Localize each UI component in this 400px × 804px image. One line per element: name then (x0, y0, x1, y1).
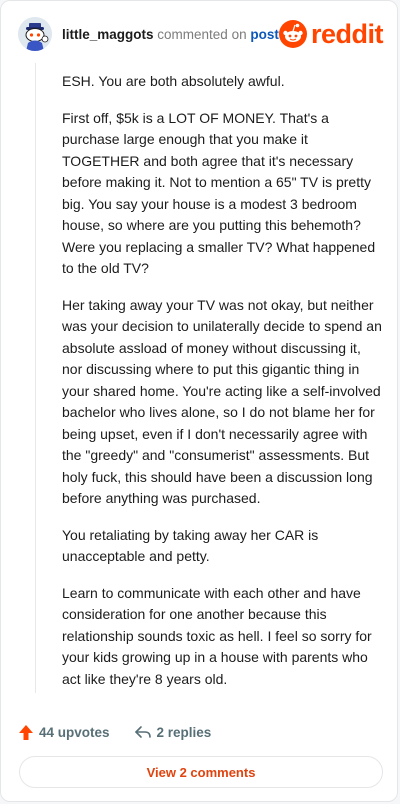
byline: little_maggots commented on post (62, 27, 279, 42)
upvote-arrow-icon (19, 724, 33, 740)
comment-paragraph: Her taking away your TV was not okay, bu… (62, 296, 382, 507)
comment-paragraph: ESH. You are both absolutely awful. (62, 73, 285, 89)
upvote-count: 44 upvotes (39, 724, 110, 740)
reply-arrow-icon (134, 726, 151, 738)
upvote-button[interactable]: 44 upvotes (18, 724, 110, 741)
commented-on-text: commented on (157, 27, 247, 42)
comment-paragraph: First off, $5k is a LOT OF MONEY. That's… (62, 109, 376, 277)
comment-actions: 44 upvotes 2 replies (18, 720, 211, 744)
replies-button[interactable]: 2 replies (134, 724, 212, 740)
comment-body: ESH. You are both absolutely awful. Firs… (62, 71, 382, 705)
comment-header: little_maggots commented on post reddit (18, 15, 384, 55)
username-link[interactable]: little_maggots (62, 27, 154, 42)
replies-count: 2 replies (156, 724, 212, 740)
comment-paragraph: You retaliating by taking away her CAR i… (62, 526, 319, 565)
reddit-wordmark: reddit (310, 19, 384, 49)
reddit-logo-icon (278, 20, 307, 48)
snoo-avatar-icon (18, 17, 52, 51)
post-link[interactable]: post (250, 27, 279, 42)
comment-card: little_maggots commented on post reddit … (0, 0, 398, 802)
user-avatar[interactable] (18, 17, 52, 51)
view-comments-button[interactable]: View 2 comments (19, 756, 383, 788)
thread-line[interactable] (35, 63, 36, 693)
reddit-logo[interactable]: reddit (278, 19, 384, 49)
comment-paragraph: Learn to communicate with each other and… (62, 584, 372, 687)
